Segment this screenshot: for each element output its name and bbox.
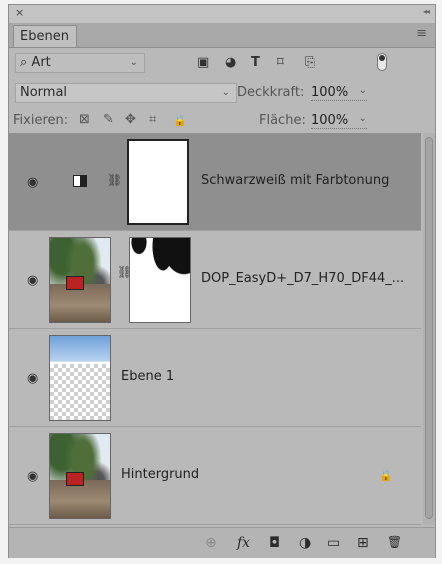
pixel-filter-icon[interactable]: ▣ — [197, 55, 209, 70]
fill-input[interactable]: 100% ⌄ — [311, 113, 367, 129]
visibility-eye-icon[interactable]: ◉ — [27, 371, 38, 386]
lock-position-icon[interactable]: ✥ — [125, 112, 136, 127]
black-white-adjustment-icon — [73, 175, 87, 187]
layer-thumbnail[interactable] — [49, 433, 111, 519]
adjustment-filter-icon[interactable]: ◕ — [225, 55, 236, 70]
search-icon: ⌕ — [20, 55, 28, 70]
layer-name[interactable]: Hintergrund — [121, 467, 199, 482]
lock-artboard-icon[interactable]: ⌗ — [149, 112, 156, 127]
close-icon[interactable]: × — [15, 6, 24, 19]
link-chain-icon[interactable]: ⛓ — [107, 173, 122, 187]
trash-icon[interactable]: 🗑 — [387, 535, 402, 549]
scrollbar[interactable] — [423, 133, 435, 525]
fill-label: Fläche: — [259, 113, 306, 128]
layer-row-background[interactable]: ◉ Hintergrund 🔒 — [9, 427, 421, 525]
tab-layers[interactable]: Ebenen — [13, 25, 77, 47]
shape-filter-icon[interactable]: ⌑ — [277, 55, 284, 70]
visibility-eye-icon[interactable]: ◉ — [27, 175, 38, 190]
layer-row-adjustment[interactable]: ◉ ⛓ Schwarzweiß mit Farbtonung — [9, 133, 421, 231]
chevron-down-icon: ⌄ — [358, 113, 367, 124]
opacity-value: 100% — [311, 85, 349, 100]
lock-pixels-icon[interactable]: ✎ — [103, 112, 114, 127]
panel-title-strip: × ◂◂ — [9, 5, 435, 24]
layer-thumbnail[interactable] — [49, 335, 111, 421]
lock-icon[interactable]: 🔒 — [379, 469, 393, 482]
smart-object-filter-icon[interactable]: ⎘ — [305, 55, 315, 70]
add-mask-icon[interactable]: ◘ — [269, 535, 280, 551]
chevron-down-icon: ⌄ — [129, 57, 138, 68]
filter-row: ⌕ Art ⌄ ▣ ◕ T ⌑ ⎘ — [9, 49, 435, 75]
chevron-down-icon: ⌄ — [221, 87, 230, 98]
new-group-icon[interactable]: ▭ — [327, 535, 340, 551]
lock-row: Fixieren: ⊠ ✎ ✥ ⌗ 🔒 Fläche: 100% ⌄ — [9, 107, 435, 133]
opacity-input[interactable]: 100% ⌄ — [311, 85, 367, 101]
layer-name[interactable]: Ebene 1 — [121, 369, 174, 384]
layer-thumbnail[interactable] — [49, 237, 111, 323]
visibility-eye-icon[interactable]: ◉ — [27, 469, 38, 484]
chevron-down-icon: ⌄ — [358, 85, 367, 96]
layer-row-photo-masked[interactable]: ◉ ⛓ DOP_EasyD+_D7_H70_DF44_... — [9, 231, 421, 329]
layer-name[interactable]: DOP_EasyD+_D7_H70_DF44_... — [201, 271, 404, 286]
layers-list: ◉ ⛓ Schwarzweiß mit Farbtonung ◉ ⛓ DOP_E… — [9, 133, 421, 525]
filter-kind-label: Art — [31, 55, 51, 70]
fill-value: 100% — [311, 113, 349, 128]
lock-all-icon[interactable]: 🔒 — [173, 114, 187, 127]
filter-toggle-switch[interactable] — [377, 53, 387, 71]
link-layers-icon[interactable]: ⊕ — [205, 535, 217, 551]
locomotive-image-detail — [66, 472, 84, 486]
layer-mask-thumbnail[interactable] — [129, 237, 191, 323]
blend-mode-dropdown[interactable]: Normal ⌄ — [15, 83, 237, 103]
bottom-toolbar: ⊕ fx ◘ ◑ ▭ ⊞ 🗑 — [9, 527, 435, 558]
locomotive-image-detail — [66, 276, 84, 290]
blend-row: Normal ⌄ Deckkraft: 100% ⌄ — [9, 79, 435, 105]
layer-name[interactable]: Schwarzweiß mit Farbtonung — [201, 173, 389, 188]
blend-mode-value: Normal — [20, 85, 68, 100]
visibility-eye-icon[interactable]: ◉ — [27, 273, 38, 288]
opacity-label: Deckkraft: — [237, 85, 305, 100]
new-layer-icon[interactable]: ⊞ — [357, 535, 369, 551]
new-adjustment-layer-icon[interactable]: ◑ — [299, 535, 311, 551]
layer-row-ebene-1[interactable]: ◉ Ebene 1 — [9, 329, 421, 427]
type-filter-icon[interactable]: T — [251, 55, 260, 70]
collapse-icon[interactable]: ◂◂ — [423, 7, 430, 16]
fx-icon[interactable]: fx — [237, 535, 250, 551]
layer-mask-thumbnail[interactable] — [127, 139, 189, 225]
tab-bar: Ebenen ≡ — [9, 23, 435, 48]
lock-label: Fixieren: — [13, 113, 69, 128]
layers-panel: × ◂◂ Ebenen ≡ ⌕ Art ⌄ ▣ ◕ T ⌑ ⎘ Normal ⌄… — [8, 4, 436, 558]
layer-filter-dropdown[interactable]: ⌕ Art ⌄ — [15, 53, 145, 73]
panel-menu-icon[interactable]: ≡ — [416, 27, 427, 40]
scrollbar-thumb[interactable] — [425, 137, 433, 519]
transparency-checker — [50, 364, 110, 420]
lock-transparency-icon[interactable]: ⊠ — [79, 112, 90, 127]
